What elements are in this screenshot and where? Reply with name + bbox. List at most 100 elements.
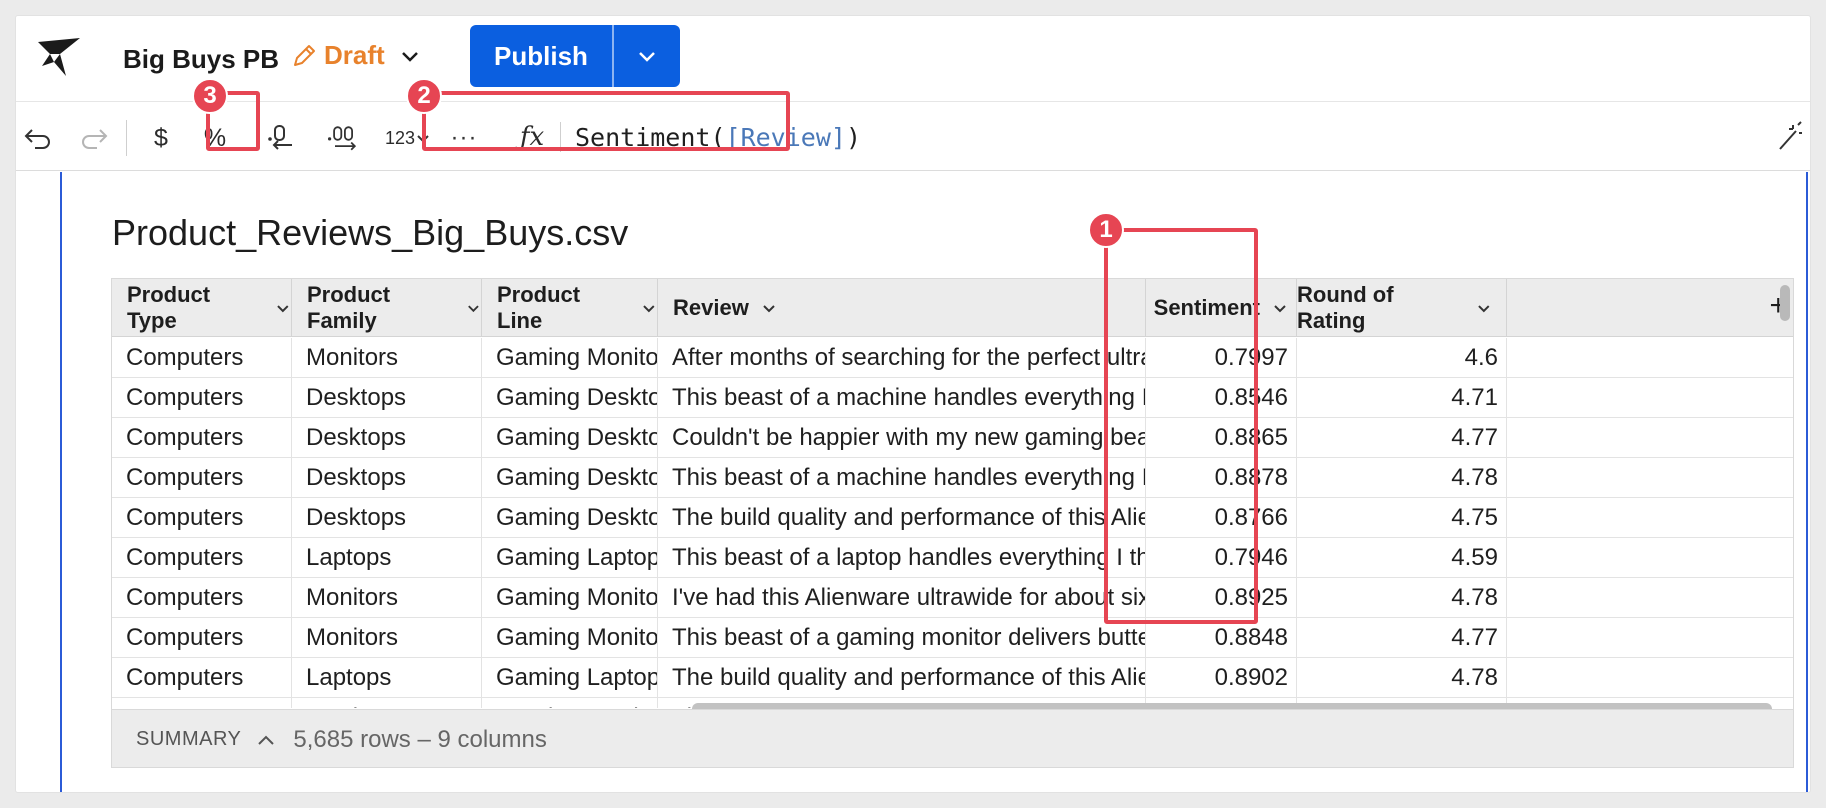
table-cell[interactable]: Gaming Monitors <box>482 338 658 378</box>
table-cell[interactable]: Desktops <box>292 458 482 498</box>
table-row[interactable]: Computers Laptops Gaming Laptops This beast… <box>112 538 1793 578</box>
table-cell[interactable]: 4.78 <box>1297 578 1507 618</box>
table-cell[interactable]: Monitors <box>292 338 482 378</box>
table-cell[interactable]: Laptops <box>292 658 482 698</box>
table-cell[interactable]: Computers <box>112 378 292 418</box>
table-cell[interactable]: The build quality and performance of thi… <box>658 498 1146 538</box>
callout-box-formula <box>422 91 790 151</box>
table-cell[interactable]: Monitors <box>292 698 482 708</box>
table-cell[interactable]: Gaming Laptops <box>482 658 658 698</box>
increase-decimals-icon <box>327 126 357 151</box>
column-header-round-of-rating[interactable]: Round of Rating <box>1297 279 1507 337</box>
summary-bar: SUMMARY 5,685 rows – 9 columns <box>112 709 1793 767</box>
table-row[interactable]: Computers Laptops Gaming Laptops The build … <box>112 658 1793 698</box>
table-cell[interactable]: 4.77 <box>1297 418 1507 458</box>
table-cell[interactable]: Gaming Desktops <box>482 418 658 458</box>
table-cell-empty <box>1507 338 1793 378</box>
publish-options-button[interactable] <box>614 25 680 87</box>
table-cell[interactable]: Gaming Monitors <box>482 578 658 618</box>
increase-decimals-button[interactable] <box>326 123 362 153</box>
row-column-count: 5,685 rows – 9 columns <box>293 725 547 753</box>
column-header-label: Round of Rating <box>1297 282 1394 333</box>
table-cell[interactable]: Gaming Desktops <box>482 498 658 538</box>
table-row[interactable]: ComputersDesktopsGaming DesktopsThis bea… <box>112 378 1793 418</box>
column-header-label: Review <box>673 295 749 320</box>
table-cell[interactable]: Laptops <box>292 538 482 578</box>
chevron-down-icon[interactable] <box>761 300 777 316</box>
workbook-title[interactable]: Big Buys PB <box>123 44 279 75</box>
table-cell[interactable]: Gaming Desktops <box>482 458 658 498</box>
callout-badge-3: 3 <box>192 78 228 114</box>
column-header-label: Product Family <box>307 282 391 333</box>
callout-box-sentiment-column <box>1104 228 1258 624</box>
table-cell[interactable]: Computers <box>112 418 292 458</box>
table-cell[interactable]: Computers <box>112 578 292 618</box>
table-row[interactable]: ComputersDesktopsGaming DesktopsCouldn't… <box>112 418 1793 458</box>
table-cell[interactable]: 4.77 <box>1297 618 1507 658</box>
chevron-down-icon[interactable] <box>275 300 291 316</box>
table-cell[interactable]: Gaming Monitors <box>482 698 658 708</box>
table-row[interactable]: ComputersMonitorsGaming MonitorsI've had… <box>112 578 1793 618</box>
table-cell[interactable]: This beast of a laptop handles everythin… <box>658 538 1146 578</box>
column-header-product-line[interactable]: Product Line <box>482 279 658 337</box>
chevron-down-icon[interactable] <box>1476 300 1492 316</box>
table-row[interactable]: ComputersDesktopsGaming DesktopsThis bea… <box>112 458 1793 498</box>
column-header-label: Product Line <box>497 282 581 333</box>
table-cell[interactable]: Desktops <box>292 498 482 538</box>
app-logo-icon[interactable] <box>36 36 82 80</box>
redo-button[interactable] <box>76 123 112 153</box>
chevron-down-icon[interactable] <box>641 300 657 316</box>
draft-status[interactable]: Draft <box>290 40 421 71</box>
table-cell[interactable]: Computers <box>112 498 292 538</box>
table-row[interactable]: ComputersMonitorsGaming MonitorsThis bea… <box>112 618 1793 658</box>
table-cell[interactable]: 4.71 <box>1297 378 1507 418</box>
table-row[interactable]: ComputersMonitorsGaming MonitorsAfter mo… <box>112 338 1793 378</box>
column-header-product-family[interactable]: Product Family <box>292 279 482 337</box>
table-cell[interactable]: Computers <box>112 658 292 698</box>
table-cell[interactable]: Computers <box>112 698 292 708</box>
chevron-up-icon[interactable] <box>257 733 275 747</box>
column-header-product-type[interactable]: Product Type <box>112 279 292 337</box>
chevron-down-icon[interactable] <box>1272 300 1288 316</box>
publish-button[interactable]: Publish <box>470 25 614 87</box>
table-cell[interactable]: Monitors <box>292 618 482 658</box>
table-cell[interactable]: This beast of a gaming monitor delivers … <box>658 618 1146 658</box>
currency-format-button[interactable]: $ <box>146 123 176 153</box>
table-cell-empty <box>1507 538 1793 578</box>
table-cell[interactable]: 4.59 <box>1297 538 1507 578</box>
chevron-down-icon[interactable] <box>466 300 481 316</box>
decrease-decimals-button[interactable] <box>264 123 300 153</box>
callout-badge-2: 2 <box>406 78 442 114</box>
column-header-review[interactable]: Review <box>658 279 1146 337</box>
table-cell[interactable]: Gaming Monitors <box>482 618 658 658</box>
table-cell[interactable]: This beast of a machine handles everythi… <box>658 378 1146 418</box>
table-cell[interactable]: I've had this Alienware ultrawide for ab… <box>658 578 1146 618</box>
table-cell[interactable]: After months of searching for the perfec… <box>658 338 1146 378</box>
table-cell[interactable]: Desktops <box>292 378 482 418</box>
publish-button-group: Publish <box>470 25 680 87</box>
table-cell[interactable]: Couldn't be happier with my new gaming b… <box>658 418 1146 458</box>
table-cell[interactable]: 4.78 <box>1297 658 1507 698</box>
undo-button[interactable] <box>20 123 56 153</box>
ai-assist-button[interactable] <box>1778 121 1804 156</box>
table-cell[interactable]: 4.6 <box>1297 338 1507 378</box>
table-cell[interactable]: 4.75 <box>1297 498 1507 538</box>
table-cell[interactable]: Computers <box>112 458 292 498</box>
table-cell[interactable]: Computers <box>112 338 292 378</box>
table-cell[interactable]: Desktops <box>292 418 482 458</box>
table-cell[interactable]: Computers <box>112 618 292 658</box>
summary-toggle[interactable]: SUMMARY <box>136 728 241 751</box>
table-cell[interactable]: 0.8902 <box>1146 658 1297 698</box>
table-cell[interactable]: This beast of a machine handles everythi… <box>658 458 1146 498</box>
table-row[interactable]: ComputersDesktopsGaming DesktopsThe buil… <box>112 498 1793 538</box>
callout-badge-1: 1 <box>1088 212 1124 248</box>
table-cell[interactable]: Monitors <box>292 578 482 618</box>
element-title[interactable]: Product_Reviews_Big_Buys.csv <box>112 212 628 254</box>
vertical-scrollbar[interactable] <box>1780 285 1790 321</box>
table-cell[interactable]: 4.78 <box>1297 458 1507 498</box>
table-cell[interactable]: The build quality and performance of thi… <box>658 658 1146 698</box>
table-cell[interactable]: Gaming Laptops <box>482 538 658 578</box>
table-cell[interactable]: 0.8848 <box>1146 618 1297 658</box>
table-cell[interactable]: Gaming Desktops <box>482 378 658 418</box>
table-cell[interactable]: Computers <box>112 538 292 578</box>
